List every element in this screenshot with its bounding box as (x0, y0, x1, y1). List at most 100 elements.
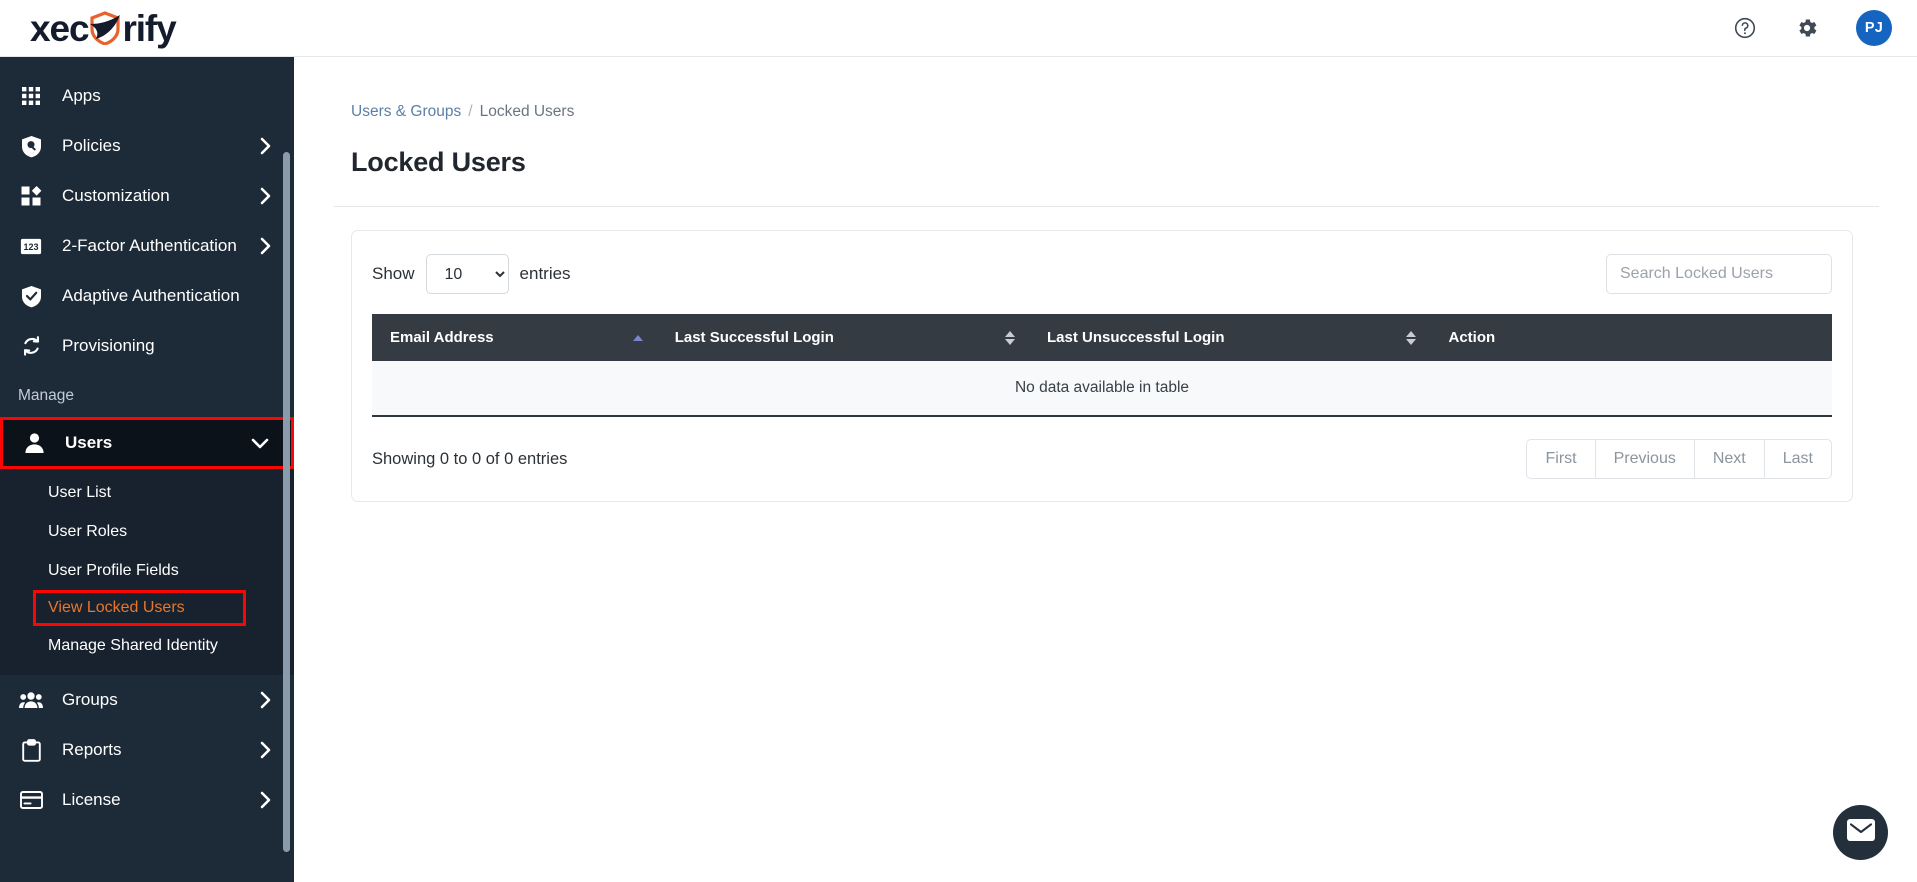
sidebar-item-groups[interactable]: Groups (0, 675, 294, 725)
sidebar-subitem-user-list[interactable]: User List (0, 473, 294, 512)
chevron-right-icon (259, 791, 272, 809)
show-label: Show (372, 264, 415, 283)
sidebar-subitem-manage-shared-identity[interactable]: Manage Shared Identity (0, 626, 294, 665)
breadcrumb-current: Locked Users (479, 103, 575, 120)
page-title: Locked Users (351, 147, 526, 177)
sidebar-item-label: Customization (62, 186, 170, 205)
sidebar-item-label: Groups (62, 690, 118, 709)
shield-check-icon (18, 284, 44, 308)
chevron-right-icon (259, 741, 272, 759)
sidebar-item-label: License (62, 790, 121, 809)
sidebar-item-label: Policies (62, 136, 121, 155)
grid-apps-icon (18, 84, 44, 108)
sync-refresh-icon (18, 334, 44, 358)
column-header-last-unsuccessful-login[interactable]: Last Unsuccessful Login (1028, 314, 1431, 361)
breadcrumb: Users & Groups / Locked Users (351, 103, 1917, 121)
numeric-123-icon: 123 (18, 234, 44, 258)
sidebar-item-label: Users (65, 433, 113, 452)
top-header-bar: xec rify PJ (0, 0, 1917, 57)
sidebar-subitem-label: User List (48, 483, 112, 501)
sidebar-item-label: Adaptive Authentication (62, 286, 240, 305)
chat-widget-button[interactable] (1833, 805, 1888, 860)
sidebar-item-provisioning[interactable]: Provisioning (0, 321, 294, 371)
locked-users-card: Show 10 25 50 100 entries Email Address (351, 230, 1853, 502)
entries-label: entries (519, 264, 571, 283)
sidebar-item-label: Apps (62, 86, 101, 105)
chevron-right-icon (259, 137, 272, 155)
sidebar-item-2-factor-authentication[interactable]: 123 2-Factor Authentication (0, 221, 294, 271)
table-footer: Showing 0 to 0 of 0 entries First Previo… (372, 439, 1832, 479)
chevron-right-icon (259, 237, 272, 255)
brand-text: xec rify (30, 7, 177, 49)
pagination-first[interactable]: First (1526, 439, 1595, 479)
pagination-previous[interactable]: Previous (1594, 439, 1694, 479)
pagination-next[interactable]: Next (1693, 439, 1764, 479)
sidebar-item-license[interactable]: License (0, 775, 294, 825)
sidebar-item-adaptive-authentication[interactable]: Adaptive Authentication (0, 271, 294, 321)
sidebar-item-label: Provisioning (62, 336, 155, 355)
main-content: Users & Groups / Locked Users Locked Use… (294, 57, 1917, 882)
chevron-right-icon (259, 691, 272, 709)
brand-text-part1: xec (30, 7, 90, 49)
page-length-select[interactable]: 10 25 50 100 (425, 254, 509, 294)
table-empty-row: No data available in table (372, 361, 1832, 417)
empty-message: No data available in table (372, 361, 1832, 417)
sort-toggle-icon[interactable] (1004, 330, 1015, 345)
table-body: No data available in table (372, 361, 1832, 417)
shield-icon (89, 11, 121, 46)
chevron-right-icon (259, 187, 272, 205)
sidebar-item-label: Reports (62, 740, 122, 759)
breadcrumb-separator: / (468, 103, 473, 120)
people-group-icon (18, 688, 44, 712)
customization-blocks-icon (18, 184, 44, 208)
avatar[interactable]: PJ (1856, 10, 1892, 46)
sidebar-subitem-label: User Profile Fields (48, 561, 179, 579)
help-circle-icon[interactable] (1732, 15, 1758, 41)
column-label: Last Unsuccessful Login (1046, 329, 1225, 346)
header-divider (334, 206, 1879, 207)
sidebar-subitem-label: Manage Shared Identity (48, 636, 218, 654)
sidebar: Apps Policies Customization 123 2-Factor… (0, 57, 294, 882)
table-controls: Show 10 25 50 100 entries (372, 253, 1832, 295)
sidebar-item-apps[interactable]: Apps (0, 71, 294, 121)
column-header-action[interactable]: Action (1430, 314, 1832, 361)
sidebar-subitem-label: View Locked Users (48, 599, 185, 616)
search-input[interactable] (1606, 254, 1832, 294)
table-info: Showing 0 to 0 of 0 entries (372, 449, 568, 468)
gear-icon[interactable] (1794, 15, 1820, 41)
sidebar-item-users[interactable]: Users (0, 417, 294, 469)
clipboard-icon (18, 738, 44, 762)
svg-text:123: 123 (23, 242, 38, 252)
locked-users-table: Email Address Last Successful Login Last… (372, 314, 1832, 417)
sidebar-item-customization[interactable]: Customization (0, 171, 294, 221)
sidebar-subitem-user-roles[interactable]: User Roles (0, 512, 294, 551)
sidebar-submenu-users: User List User Roles User Profile Fields… (0, 469, 294, 675)
sidebar-item-policies[interactable]: Policies (0, 121, 294, 171)
sidebar-item-reports[interactable]: Reports (0, 725, 294, 775)
sidebar-scroll-area: Apps Policies Customization 123 2-Factor… (0, 57, 294, 882)
sidebar-section-manage: Manage (18, 387, 75, 404)
chevron-down-icon (251, 437, 269, 450)
person-icon (21, 431, 47, 455)
card-license-icon (18, 788, 44, 812)
brand-text-part2: rify (122, 7, 176, 49)
column-header-email-address[interactable]: Email Address (372, 314, 657, 361)
column-label: Email Address (390, 329, 494, 346)
sidebar-item-label: 2-Factor Authentication (62, 236, 237, 255)
pagination: First Previous Next Last (1526, 439, 1832, 479)
table-header-row: Email Address Last Successful Login Last… (372, 314, 1832, 361)
sort-ascending-icon[interactable] (632, 334, 643, 341)
envelope-mail-icon (1846, 819, 1875, 846)
brand-logo[interactable]: xec rify (30, 0, 177, 56)
topbar-actions: PJ (1732, 10, 1892, 46)
sidebar-subitem-user-profile-fields[interactable]: User Profile Fields (0, 551, 294, 590)
column-label: Last Successful Login (674, 329, 834, 346)
sidebar-subitem-view-locked-users[interactable]: View Locked Users (33, 590, 246, 626)
column-header-last-successful-login[interactable]: Last Successful Login (656, 314, 1029, 361)
pagination-last[interactable]: Last (1763, 439, 1832, 479)
sidebar-subitem-label: User Roles (48, 522, 128, 540)
column-label: Action (1448, 329, 1496, 346)
sort-toggle-icon[interactable] (1406, 330, 1417, 345)
sidebar-scrollbar[interactable] (283, 152, 290, 852)
breadcrumb-link-users-groups[interactable]: Users & Groups (351, 103, 461, 121)
